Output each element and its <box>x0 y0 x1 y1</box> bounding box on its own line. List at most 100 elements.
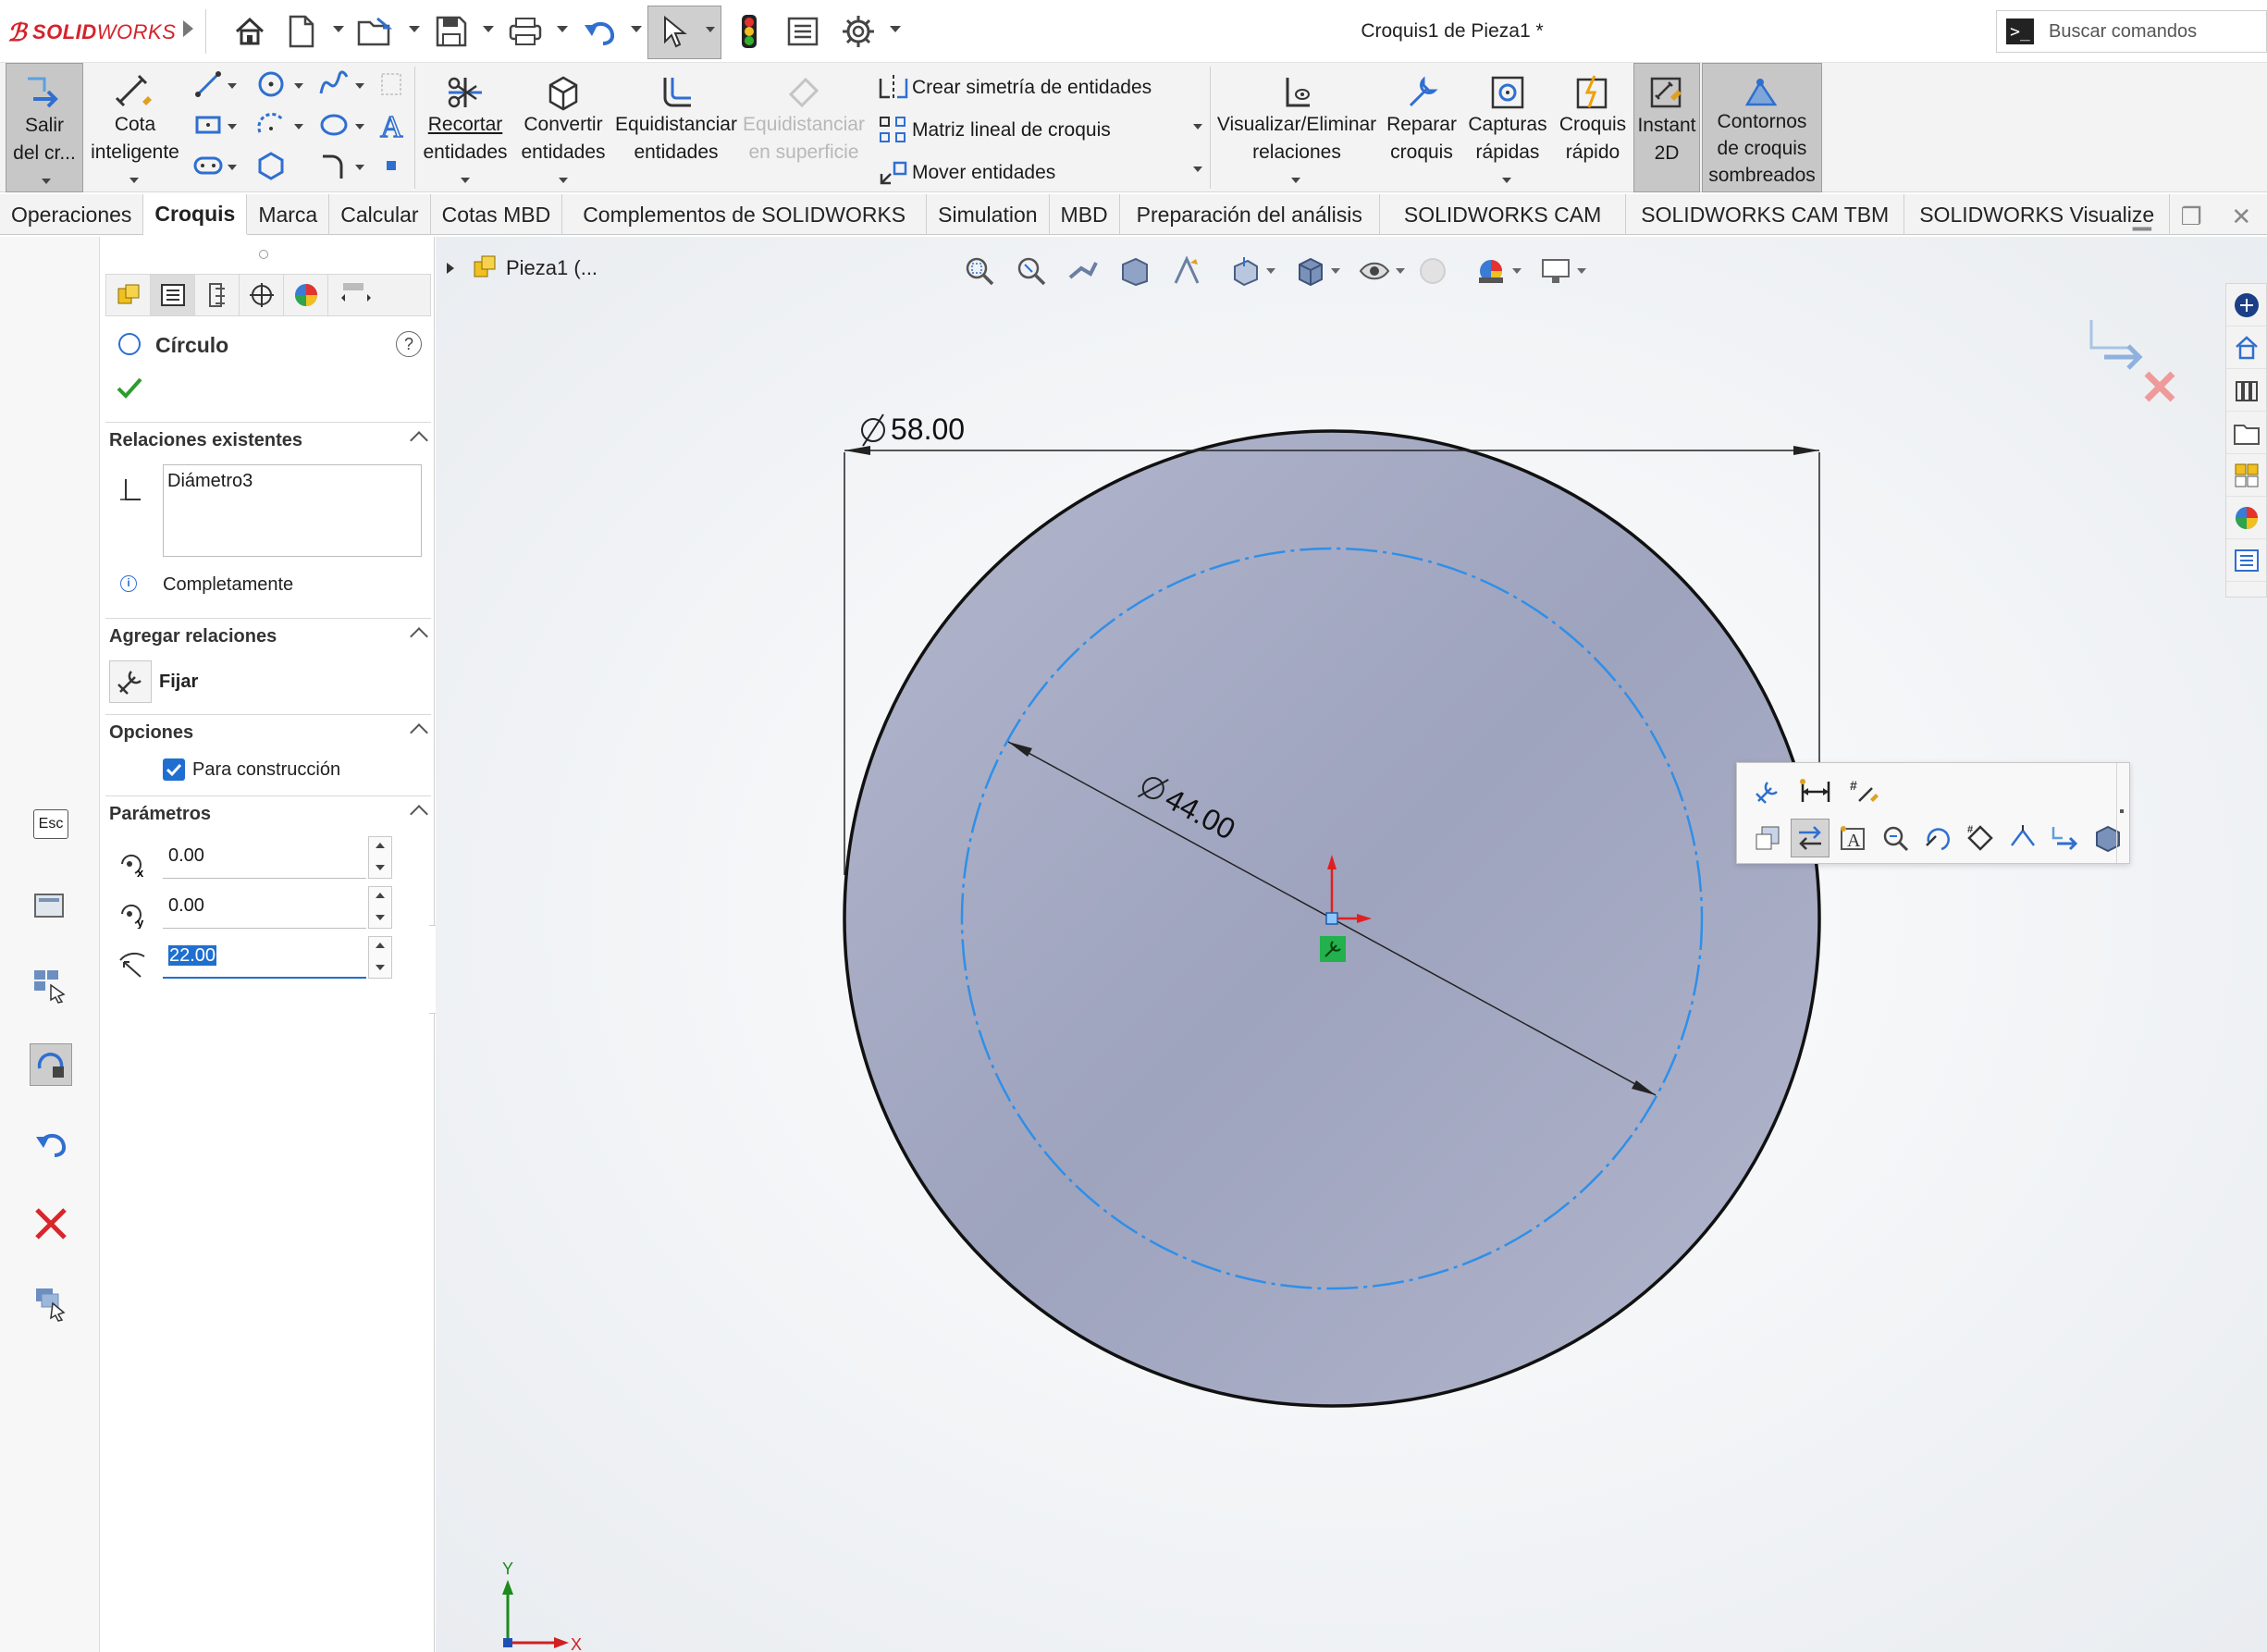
quick-snaps-dropdown-icon[interactable] <box>1502 178 1511 183</box>
radius-input[interactable]: 22.00 <box>163 936 366 979</box>
tab-mbd[interactable]: MBD <box>1050 194 1120 235</box>
exit-sketch-button[interactable]: Salir del cr... <box>6 63 83 192</box>
file-properties-icon[interactable] <box>782 11 823 52</box>
quick-snaps-button[interactable]: Capturas rápidas <box>1463 63 1552 192</box>
print-icon[interactable] <box>505 11 546 52</box>
move-entities-button[interactable]: Mover entidades <box>875 154 1055 192</box>
rebuild-traffic-light-icon[interactable] <box>729 11 770 52</box>
new-document-icon[interactable] <box>281 11 322 52</box>
exit-sketch-dropdown-icon[interactable] <box>42 179 51 184</box>
relations-listbox[interactable]: Diámetro3 <box>163 464 422 557</box>
collapse-chevron-icon[interactable] <box>410 723 428 742</box>
point-tool-icon[interactable] <box>376 150 407 181</box>
solidworks-logo[interactable]: ℬ SOLID WORKS <box>7 17 176 48</box>
print-dropdown-icon[interactable] <box>557 26 568 32</box>
smart-dimension-context-icon[interactable] <box>1796 772 1835 811</box>
linear-pattern-dropdown-icon[interactable] <box>1193 124 1202 129</box>
fix-relation-glyph[interactable] <box>1320 936 1346 962</box>
text-tool-icon[interactable]: A <box>376 109 407 141</box>
tab-solidworks-cam-tbm[interactable]: SOLIDWORKS CAM TBM <box>1626 194 1905 235</box>
tab-complementos[interactable]: Complementos de SOLIDWORKS <box>562 194 928 235</box>
linear-sketch-pattern-button[interactable]: Matriz lineal de croquis <box>875 111 1111 150</box>
spline-tool-icon[interactable] <box>318 68 350 100</box>
slot-tool-icon[interactable] <box>192 150 224 181</box>
existing-relations-section[interactable]: Relaciones existentes <box>105 422 431 459</box>
graphics-area[interactable]: Pieza1 (... 58.00 44.00 Y X # A # <box>436 237 2267 1652</box>
line-tool-icon[interactable] <box>192 68 224 100</box>
outer-diameter-dimension[interactable]: 58.00 <box>861 413 965 447</box>
save-icon[interactable] <box>431 11 472 52</box>
fix-relation-button[interactable] <box>109 660 152 703</box>
options-gear-icon[interactable] <box>838 11 879 52</box>
text-annotation-context-icon[interactable]: A <box>1833 819 1872 857</box>
context-more-icon[interactable] <box>2120 809 2124 813</box>
tab-operaciones[interactable]: Operaciones <box>0 194 144 235</box>
ellipse-dropdown-icon[interactable] <box>355 124 364 129</box>
circle-dropdown-icon[interactable] <box>294 83 303 89</box>
rotate-view-context-icon[interactable] <box>1918 819 1957 857</box>
polygon-tool-icon[interactable] <box>255 150 287 181</box>
select-other-icon[interactable] <box>30 1282 72 1325</box>
tab-simulation[interactable]: Simulation <box>927 194 1050 235</box>
tab-cotas-mbd[interactable]: Cotas MBD <box>431 194 563 235</box>
cancel-x-icon[interactable] <box>30 1202 72 1245</box>
arc-dropdown-icon[interactable] <box>294 124 303 129</box>
select-tool-button[interactable] <box>647 6 721 59</box>
add-relations-section[interactable]: Agregar relaciones <box>105 618 431 655</box>
screen-window-icon[interactable] <box>30 884 72 927</box>
convert-entities-button[interactable]: Convertir entidades <box>514 63 612 192</box>
for-construction-checkbox[interactable] <box>163 758 185 781</box>
collapse-chevron-icon[interactable] <box>410 805 428 823</box>
rectangle-tool-icon[interactable] <box>192 109 224 141</box>
relation-item[interactable]: Diámetro3 <box>167 471 417 492</box>
select-dropdown-icon[interactable] <box>706 27 715 32</box>
open-folder-icon[interactable] <box>355 11 396 52</box>
help-icon[interactable]: ? <box>396 331 422 357</box>
convert-dropdown-icon[interactable] <box>559 178 568 183</box>
circle-tool-icon[interactable] <box>255 68 287 100</box>
dimxpert-tab-icon[interactable] <box>240 275 284 315</box>
dimension-options-context-icon[interactable]: # <box>1844 772 1883 811</box>
tag-context-icon[interactable]: # <box>1961 819 2000 857</box>
trim-entities-button[interactable]: Recortar entidades <box>420 63 511 192</box>
options-dropdown-icon[interactable] <box>890 26 901 32</box>
menu-expand-icon[interactable] <box>183 20 193 37</box>
smart-dimension-dropdown-icon[interactable] <box>129 178 139 183</box>
minimize-window-icon[interactable]: ▁ <box>2133 203 2151 231</box>
tab-marca[interactable]: Marca <box>247 194 330 235</box>
panel-grip[interactable] <box>259 250 268 259</box>
fillet-dropdown-icon[interactable] <box>355 165 364 170</box>
trim-dropdown-icon[interactable] <box>461 178 470 183</box>
shaded-sketch-contours-button[interactable]: Contornos de croquis sombreados <box>1702 63 1822 192</box>
center-x-spinner[interactable] <box>368 836 392 879</box>
collapse-chevron-icon[interactable] <box>410 431 428 450</box>
display-delete-relations-button[interactable]: Visualizar/Eliminar relaciones <box>1214 63 1380 192</box>
smart-dimension-button[interactable]: Cota inteligente <box>85 63 185 192</box>
more-tabs-scroll[interactable] <box>328 275 384 315</box>
slot-dropdown-icon[interactable] <box>228 165 237 170</box>
normal-to-context-icon[interactable] <box>2003 819 2042 857</box>
close-window-icon[interactable]: ✕ <box>2231 203 2251 231</box>
convert-context-icon[interactable] <box>1748 819 1787 857</box>
fillet-tool-icon[interactable] <box>318 150 350 181</box>
exit-sketch-context-icon[interactable] <box>2046 819 2085 857</box>
offset-entities-button[interactable]: Equidistanciar entidades <box>614 63 738 192</box>
mirror-entities-button[interactable]: Crear simetría de entidades <box>875 68 1152 107</box>
zoom-selection-context-icon[interactable] <box>1876 819 1915 857</box>
repair-sketch-button[interactable]: Reparar croquis <box>1382 63 1461 192</box>
restore-window-icon[interactable]: ❐ <box>2180 203 2201 231</box>
feature-manager-tab-icon[interactable] <box>106 275 151 315</box>
relations-dropdown-icon[interactable] <box>1291 178 1300 183</box>
ok-checkmark-icon[interactable] <box>117 376 144 404</box>
property-manager-tab-icon[interactable] <box>151 275 195 315</box>
options-section[interactable]: Opciones <box>105 714 431 751</box>
save-dropdown-icon[interactable] <box>483 26 494 32</box>
fix-context-icon[interactable] <box>1748 772 1787 811</box>
tab-calcular[interactable]: Calcular <box>329 194 431 235</box>
home-icon[interactable] <box>229 11 270 52</box>
collapse-chevron-icon[interactable] <box>410 627 428 646</box>
radius-spinner[interactable] <box>368 936 392 979</box>
view-3d-context-icon[interactable] <box>2088 819 2127 857</box>
parameters-section[interactable]: Parámetros <box>105 795 431 832</box>
center-y-spinner[interactable] <box>368 886 392 929</box>
